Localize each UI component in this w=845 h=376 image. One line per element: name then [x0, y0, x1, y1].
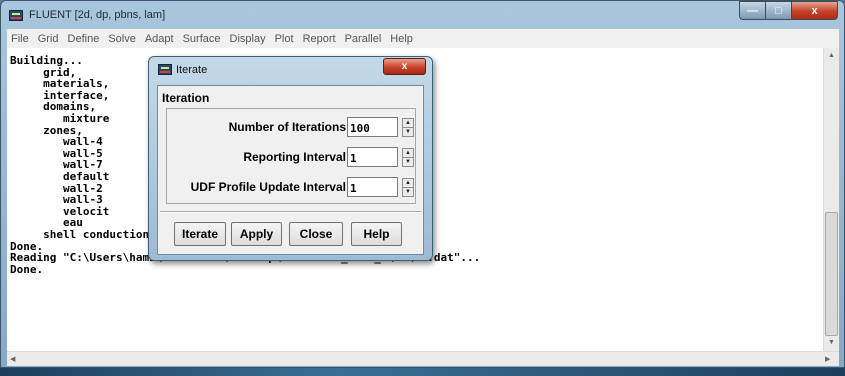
- iterate-dialog: Iterate x Iteration Number of Iterations…: [148, 56, 433, 261]
- maximize-button[interactable]: □: [766, 1, 792, 20]
- udf-row: UDF Profile Update Interval 1 ▲ ▼: [167, 177, 417, 199]
- menu-plot[interactable]: Plot: [271, 33, 299, 45]
- dialog-close-button[interactable]: x: [383, 58, 426, 75]
- menu-surface[interactable]: Surface: [179, 33, 226, 45]
- reporting-interval-input[interactable]: 1: [347, 147, 398, 167]
- maximize-icon: □: [775, 4, 782, 17]
- apply-button[interactable]: Apply: [231, 222, 282, 246]
- menu-report[interactable]: Report: [299, 33, 341, 45]
- menu-help[interactable]: Help: [386, 33, 418, 45]
- spin-up-icon[interactable]: ▲: [402, 118, 414, 128]
- udf-label: UDF Profile Update Interval: [190, 180, 346, 194]
- dialog-title: Iterate: [176, 64, 208, 76]
- menu-file[interactable]: File: [7, 33, 34, 45]
- scroll-right-arrow-icon[interactable]: ▶: [825, 355, 830, 363]
- scroll-down-arrow-icon[interactable]: ▼: [828, 339, 835, 346]
- iterate-button[interactable]: Iterate: [174, 222, 226, 246]
- fluent-dialog-icon: [158, 64, 172, 75]
- vertical-scrollbar[interactable]: ▲ ▼: [823, 48, 839, 351]
- button-separator: [160, 211, 421, 213]
- menu-grid[interactable]: Grid: [34, 33, 64, 45]
- horizontal-scrollbar[interactable]: ◀ ▶: [7, 351, 839, 366]
- iteration-group: Number of Iterations 100 ▲ ▼ Reporting I…: [166, 108, 416, 204]
- scroll-left-arrow-icon[interactable]: ◀: [10, 355, 15, 363]
- taskbar: [0, 368, 845, 376]
- spin-down-icon[interactable]: ▼: [402, 128, 414, 137]
- menu-bar: File Grid Define Solve Adapt Surface Dis…: [7, 29, 839, 49]
- iterations-spinner[interactable]: ▲ ▼: [402, 118, 414, 137]
- spin-up-icon[interactable]: ▲: [402, 178, 414, 188]
- window-controls: — □ x: [739, 1, 838, 20]
- help-button[interactable]: Help: [351, 222, 402, 246]
- udf-update-interval-input[interactable]: 1: [347, 177, 398, 197]
- menu-adapt[interactable]: Adapt: [141, 33, 179, 45]
- dialog-body: Iteration Number of Iterations 100 ▲ ▼ R…: [157, 85, 424, 255]
- udf-spinner[interactable]: ▲ ▼: [402, 178, 414, 197]
- reporting-row: Reporting Interval 1 ▲ ▼: [167, 147, 417, 169]
- menu-parallel[interactable]: Parallel: [341, 33, 387, 45]
- iteration-group-label: Iteration: [162, 91, 210, 105]
- spin-down-icon[interactable]: ▼: [402, 158, 414, 167]
- menu-define[interactable]: Define: [64, 33, 105, 45]
- vertical-scroll-thumb[interactable]: [825, 212, 838, 336]
- close-icon: x: [811, 4, 818, 17]
- reporting-label: Reporting Interval: [243, 150, 346, 164]
- scroll-up-arrow-icon[interactable]: ▲: [828, 52, 835, 59]
- minimize-icon: —: [747, 4, 758, 17]
- title-bar[interactable]: FLUENT [2d, dp, pbns, lam] — □ x: [1, 1, 844, 29]
- menu-display[interactable]: Display: [226, 33, 271, 45]
- menu-solve[interactable]: Solve: [104, 33, 141, 45]
- close-icon: x: [401, 61, 408, 72]
- reporting-spinner[interactable]: ▲ ▼: [402, 148, 414, 167]
- iterations-label: Number of Iterations: [228, 120, 346, 134]
- number-of-iterations-input[interactable]: 100: [347, 117, 398, 137]
- iterations-row: Number of Iterations 100 ▲ ▼: [167, 117, 417, 139]
- spin-up-icon[interactable]: ▲: [402, 148, 414, 158]
- spin-down-icon[interactable]: ▼: [402, 188, 414, 197]
- close-window-button[interactable]: x: [792, 1, 838, 20]
- fluent-app-icon: [9, 10, 23, 21]
- window-title: FLUENT [2d, dp, pbns, lam]: [29, 9, 166, 21]
- close-button[interactable]: Close: [289, 222, 343, 246]
- minimize-button[interactable]: —: [739, 1, 766, 20]
